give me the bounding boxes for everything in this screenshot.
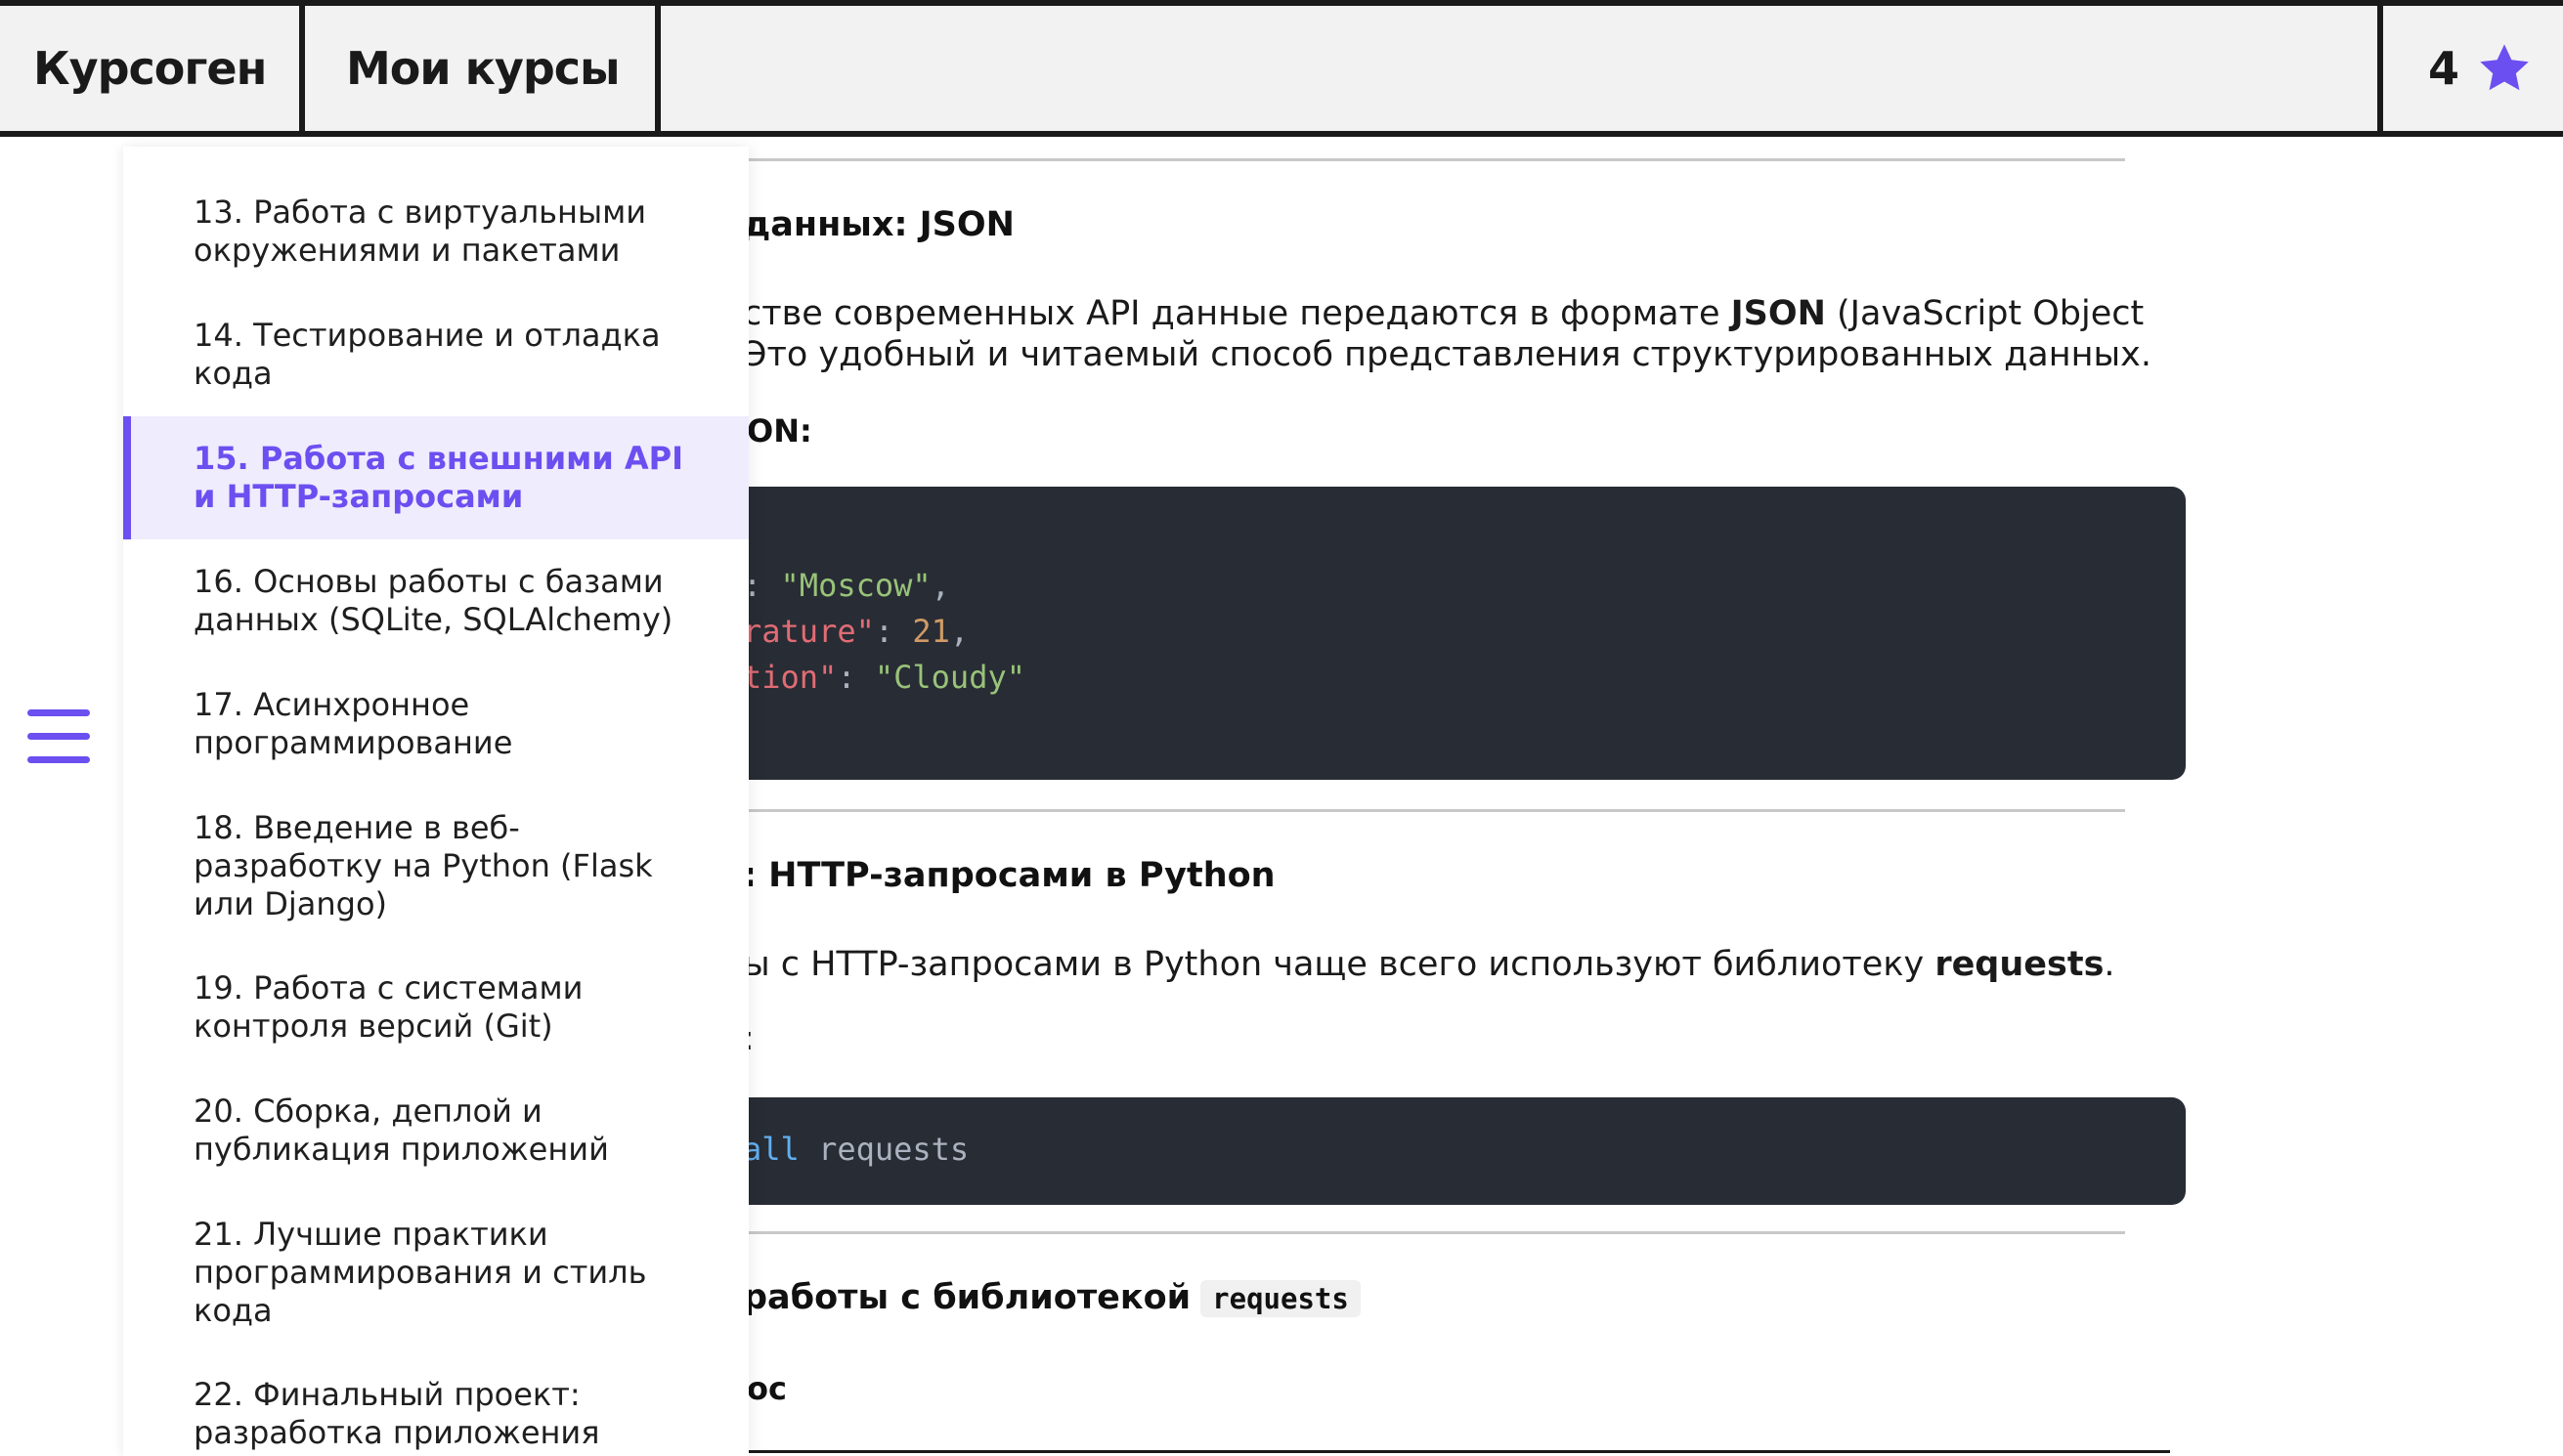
sidebar-item-lesson-17[interactable]: 17. Асинхронное программирование [123, 686, 749, 762]
http-paragraph: ы с HTTP-запросами в Python чаще всего и… [743, 945, 2115, 984]
subheading: ос [747, 1370, 787, 1407]
score-value: 4 [2428, 42, 2459, 95]
json-code-block[interactable]: : "Moscow", rature": 21, tion": "Cloudy" [684, 487, 2186, 780]
star-icon [2480, 44, 2529, 91]
install-code-block[interactable]: all requests [684, 1097, 2186, 1205]
sidebar-item-lesson-19[interactable]: 19. Работа с системами контроля версий (… [123, 969, 749, 1046]
inline-code: requests [1200, 1280, 1361, 1317]
course-sidebar: 13. Работа с виртуальными окружениями и … [123, 147, 749, 1456]
code-line: : "Moscow", [743, 567, 950, 604]
sidebar-item-lesson-16[interactable]: 16. Основы работы с базами данных (SQLit… [123, 563, 749, 639]
sidebar-item-lesson-13[interactable]: 13. Работа с виртуальными окружениями и … [123, 193, 749, 270]
sidebar-item-lesson-14[interactable]: 14. Тестирование и отладка кода [123, 317, 749, 393]
section-heading-json: данных: JSON [743, 205, 1015, 244]
score-badge[interactable]: 4 [2377, 6, 2563, 131]
sidebar-item-lesson-15[interactable]: 15. Работа с внешними API и HTTP-запроса… [123, 416, 749, 539]
sidebar-item-lesson-20[interactable]: 20. Сборка, деплой и публикация приложен… [123, 1092, 749, 1169]
sidebar-item-lesson-22[interactable]: 22. Финальный проект: разработка приложе… [123, 1376, 749, 1452]
code-line: tion": "Cloudy" [743, 659, 1025, 696]
json-paragraph-line-1: стве современных API данные передаются в… [743, 294, 2145, 333]
code-line: all requests [743, 1131, 970, 1168]
my-courses-link[interactable]: Мои курсы [305, 6, 661, 131]
json-paragraph-line-2: Это удобный и читаемый способ представле… [743, 335, 2151, 374]
json-example-label: ON: [747, 412, 812, 450]
divider [704, 1450, 2170, 1453]
top-navigation-bar: Курсоген Мои курсы 4 [0, 0, 2563, 137]
code-line: rature": 21, [743, 613, 970, 650]
sidebar-item-lesson-18[interactable]: 18. Введение в веб-разработку на Python … [123, 809, 749, 923]
divider [684, 158, 2125, 161]
logo[interactable]: Курсоген [0, 6, 305, 131]
divider [684, 809, 2125, 812]
section-heading-http: : HTTP-запросами в Python [743, 856, 1276, 895]
section-heading-requests: работы с библиотекой requests [743, 1278, 1361, 1317]
sidebar-item-lesson-21[interactable]: 21. Лучшие практики программирования и с… [123, 1216, 749, 1330]
divider [684, 1231, 2125, 1234]
